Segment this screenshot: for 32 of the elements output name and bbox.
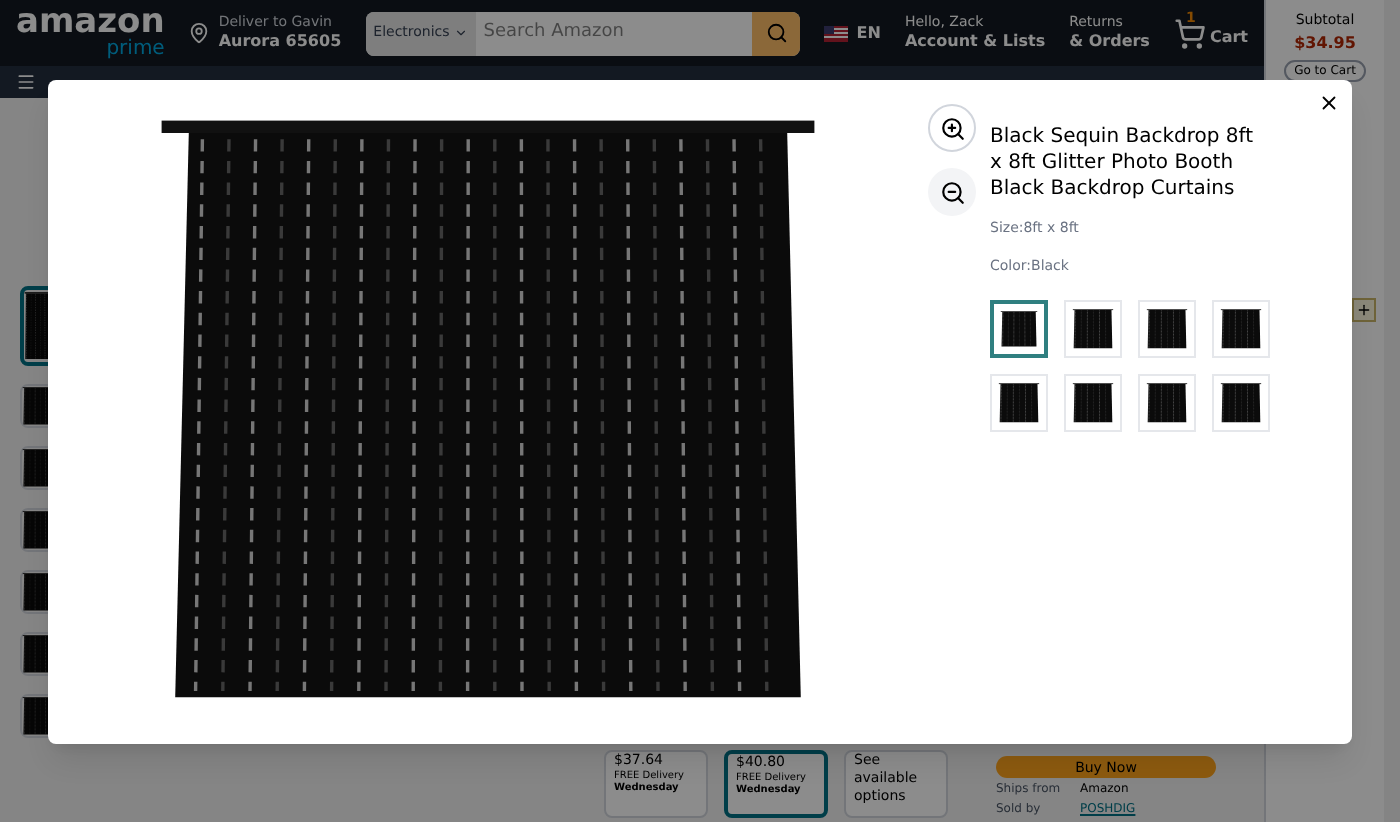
- caret-icon: [453, 26, 468, 40]
- orders-link[interactable]: & Orders: [1069, 31, 1150, 52]
- curtain-picture: [1146, 308, 1188, 350]
- plus-icon: [1356, 301, 1372, 317]
- curtain-picture: [1072, 308, 1114, 350]
- logo-subtext: prime: [106, 40, 165, 60]
- color-swatch[interactable]: [990, 300, 1048, 358]
- curtain-picture: [1146, 382, 1188, 424]
- zoom-in-button[interactable]: [928, 104, 976, 152]
- close-icon: [1317, 91, 1339, 113]
- menu-icon[interactable]: [16, 72, 36, 92]
- language-selector[interactable]: EN: [856, 21, 881, 45]
- location-pin-icon: [188, 22, 211, 44]
- zoom-out-icon: [939, 179, 965, 205]
- zoom-out-button[interactable]: [928, 168, 976, 216]
- curtain-picture: [998, 382, 1040, 424]
- product-title: Black Sequin Backdrop 8ft x 8ft Glitter Photo Booth Black Backdrop Curtains: [990, 124, 1256, 202]
- curtain-picture: [1000, 310, 1038, 348]
- search-button[interactable]: [752, 11, 801, 55]
- account-lists-link[interactable]: Account & Lists: [904, 31, 1046, 52]
- curtain-picture: [1072, 382, 1114, 424]
- logo-text[interactable]: amazon: [16, 6, 165, 40]
- search-input[interactable]: Search Amazon: [475, 11, 753, 55]
- flag-icon: [824, 25, 849, 41]
- deliver-location[interactable]: Aurora 65605: [218, 31, 342, 52]
- zoom-in-icon: [939, 115, 965, 141]
- curtain-picture: [1220, 382, 1262, 424]
- curtain-picture: [1220, 308, 1262, 350]
- search-icon: [765, 22, 788, 44]
- subtotal-amount: $34.95: [1294, 31, 1356, 55]
- add-button[interactable]: [1352, 297, 1376, 321]
- cart-label[interactable]: Cart: [1209, 25, 1248, 49]
